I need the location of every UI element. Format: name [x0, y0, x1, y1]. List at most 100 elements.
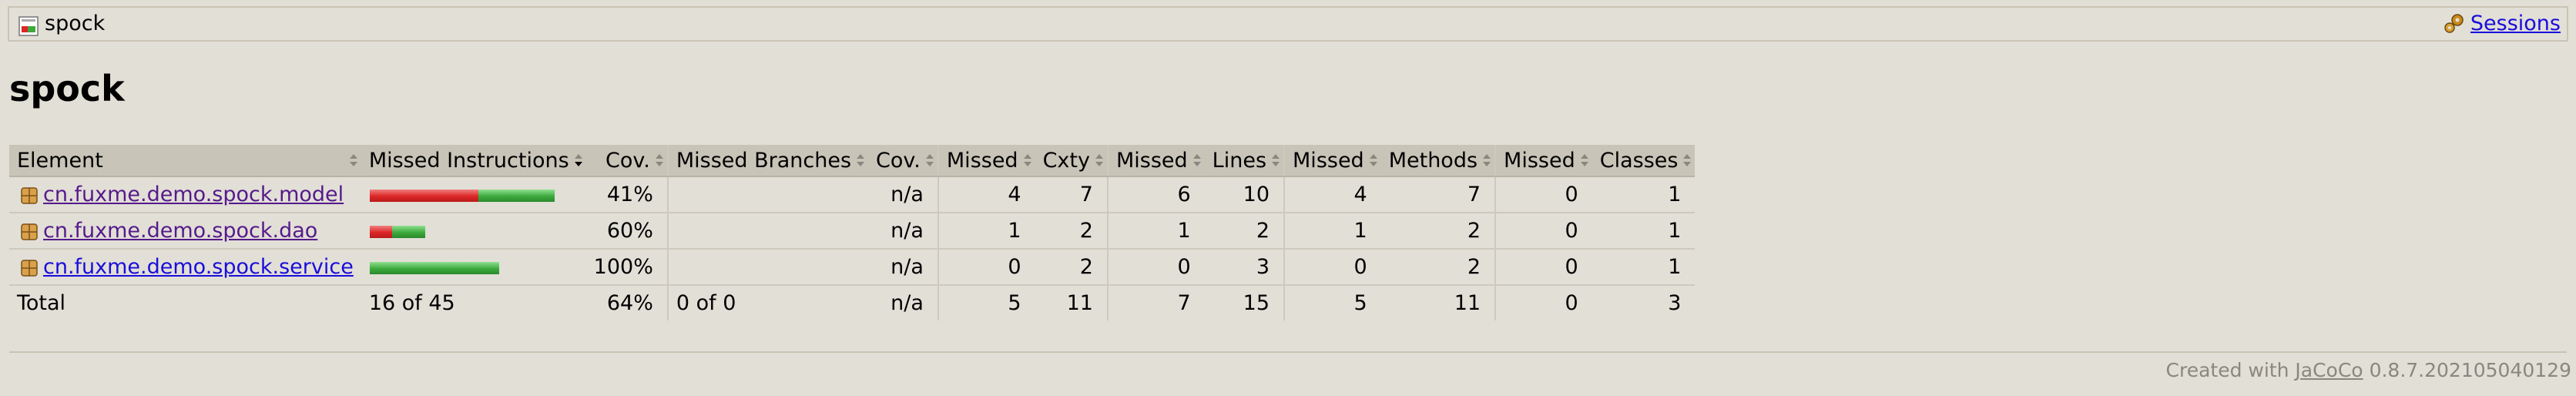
header-missed-methods-label: Missed: [1293, 148, 1364, 173]
missed-methods-cell: 0: [1283, 249, 1381, 286]
branch-cov-cell: n/a: [868, 213, 938, 250]
header-lines[interactable]: Lines: [1204, 145, 1285, 177]
instr-cov-cell: 41%: [585, 176, 668, 213]
sessions-link[interactable]: Sessions: [2470, 8, 2561, 40]
header-missed-cxty[interactable]: Missed: [937, 145, 1035, 177]
sort-icon: [1272, 154, 1280, 166]
package-link[interactable]: cn.fuxme.demo.spock.service: [43, 255, 354, 279]
table-header-row: Element Missed Instructions Cov. Missed …: [9, 145, 1696, 177]
breadcrumb-report: spock: [18, 8, 105, 40]
sort-down-icon: [574, 154, 582, 166]
methods-cell: 2: [1380, 249, 1496, 286]
bar-covered-segment: [369, 261, 499, 274]
package-icon: [21, 259, 38, 277]
missed-classes-cell: 0: [1494, 249, 1592, 286]
coverage-bar: [369, 261, 499, 274]
footer-created-with: Created with: [2165, 359, 2289, 381]
missed-lines-cell: 1: [1106, 213, 1205, 250]
methods-cell: 7: [1380, 176, 1496, 213]
total-instr-cov: 64%: [606, 291, 653, 315]
lines-cell: 3: [1204, 249, 1285, 286]
classes-cell: 1: [1592, 249, 1696, 286]
coverage-table: Element Missed Instructions Cov. Missed …: [9, 145, 1696, 320]
header-instr-cov[interactable]: Cov.: [585, 145, 668, 177]
missed-branches-cell: [666, 213, 869, 250]
total-branch-cov: n/a: [891, 291, 924, 315]
header-missed-branches[interactable]: Missed Branches: [666, 145, 869, 177]
coverage-bar: [369, 189, 555, 202]
header-element[interactable]: Element: [9, 145, 361, 177]
instr-cov-cell: 60%: [585, 213, 668, 250]
header-cxty[interactable]: Cxty: [1035, 145, 1108, 177]
missed-methods-cell: 1: [1283, 213, 1381, 250]
branch-cov-cell: n/a: [868, 176, 938, 213]
total-missed-methods: 5: [1283, 285, 1381, 320]
missed-cxty-cell: 1: [937, 213, 1035, 250]
header-missed-lines[interactable]: Missed: [1106, 145, 1205, 177]
total-classes: 3: [1668, 291, 1682, 315]
total-missed-instructions: 16 of 45: [368, 291, 455, 315]
header-missed-classes[interactable]: Missed: [1494, 145, 1592, 177]
lines-cell: 10: [1204, 176, 1285, 213]
missed-instructions-cell: [361, 176, 586, 213]
report-name: spock: [45, 12, 106, 35]
header-classes[interactable]: Classes: [1592, 145, 1696, 177]
total-missed-classes: 0: [1494, 285, 1592, 320]
header-missed-cxty-label: Missed: [946, 148, 1018, 173]
sort-icon: [1369, 154, 1377, 166]
sort-icon: [857, 154, 865, 166]
classes-cell: 1: [1592, 213, 1696, 250]
sort-icon: [1023, 154, 1031, 166]
bar-covered-segment: [478, 189, 555, 202]
package-icon: [21, 186, 38, 204]
methods-cell: 2: [1380, 213, 1496, 250]
element-cell: cn.fuxme.demo.spock.service: [9, 249, 361, 286]
header-lines-label: Lines: [1212, 148, 1267, 173]
header-branch-cov[interactable]: Cov.: [868, 145, 938, 177]
package-link[interactable]: cn.fuxme.demo.spock.model: [43, 183, 344, 206]
missed-cxty-cell: 4: [937, 176, 1035, 213]
missed-branches-cell: [666, 249, 869, 286]
sort-icon: [1095, 154, 1103, 166]
branch-cov-cell: n/a: [868, 249, 938, 286]
header-methods-label: Methods: [1388, 148, 1478, 173]
header-element-label: Element: [17, 148, 103, 173]
sort-icon: [1483, 154, 1491, 166]
classes-cell: 1: [1592, 176, 1696, 213]
sort-icon: [925, 154, 934, 166]
header-branch-cov-label: Cov.: [876, 148, 921, 173]
element-cell: cn.fuxme.demo.spock.model: [9, 176, 361, 213]
sort-icon: [1580, 154, 1588, 166]
header-methods[interactable]: Methods: [1380, 145, 1496, 177]
missed-lines-cell: 0: [1106, 249, 1205, 286]
total-lines: 15: [1243, 291, 1270, 315]
package-icon: [21, 223, 38, 240]
total-cxty: 11: [1066, 291, 1093, 315]
element-cell: cn.fuxme.demo.spock.dao: [9, 213, 361, 250]
coverage-bar: [369, 225, 425, 238]
header-missed-branches-label: Missed Branches: [676, 148, 852, 173]
total-missed-branches: 0 of 0: [666, 285, 869, 320]
bar-covered-segment: [391, 225, 425, 238]
cxty-cell: 2: [1035, 213, 1108, 250]
total-row: Total 16 of 45 64% 0 of 0 n/a 5 11 7 15 …: [9, 285, 1695, 320]
bar-missed-segment: [369, 225, 392, 238]
header-missed-methods[interactable]: Missed: [1283, 145, 1381, 177]
missed-instructions-cell: [361, 213, 586, 250]
missed-methods-cell: 4: [1283, 176, 1381, 213]
missed-lines-cell: 6: [1106, 176, 1205, 213]
header-missed-lines-label: Missed: [1115, 148, 1188, 173]
sort-icon: [1192, 154, 1201, 166]
header-cxty-label: Cxty: [1042, 148, 1090, 173]
sessions-icon: [2443, 12, 2466, 35]
missed-branches-cell: [666, 176, 869, 213]
missed-instructions-cell: [361, 249, 586, 286]
footer: Created with JaCoCo 0.8.7.202105040129: [2166, 357, 2571, 384]
bar-missed-segment: [369, 189, 479, 202]
footer-version: 0.8.7.202105040129: [2369, 359, 2571, 381]
breadcrumb: spock Sessions: [8, 6, 2568, 42]
missed-classes-cell: 0: [1494, 213, 1592, 250]
jacoco-link[interactable]: JaCoCo: [2295, 359, 2363, 381]
package-link[interactable]: cn.fuxme.demo.spock.dao: [43, 219, 317, 243]
header-missed-instructions[interactable]: Missed Instructions: [361, 145, 586, 177]
